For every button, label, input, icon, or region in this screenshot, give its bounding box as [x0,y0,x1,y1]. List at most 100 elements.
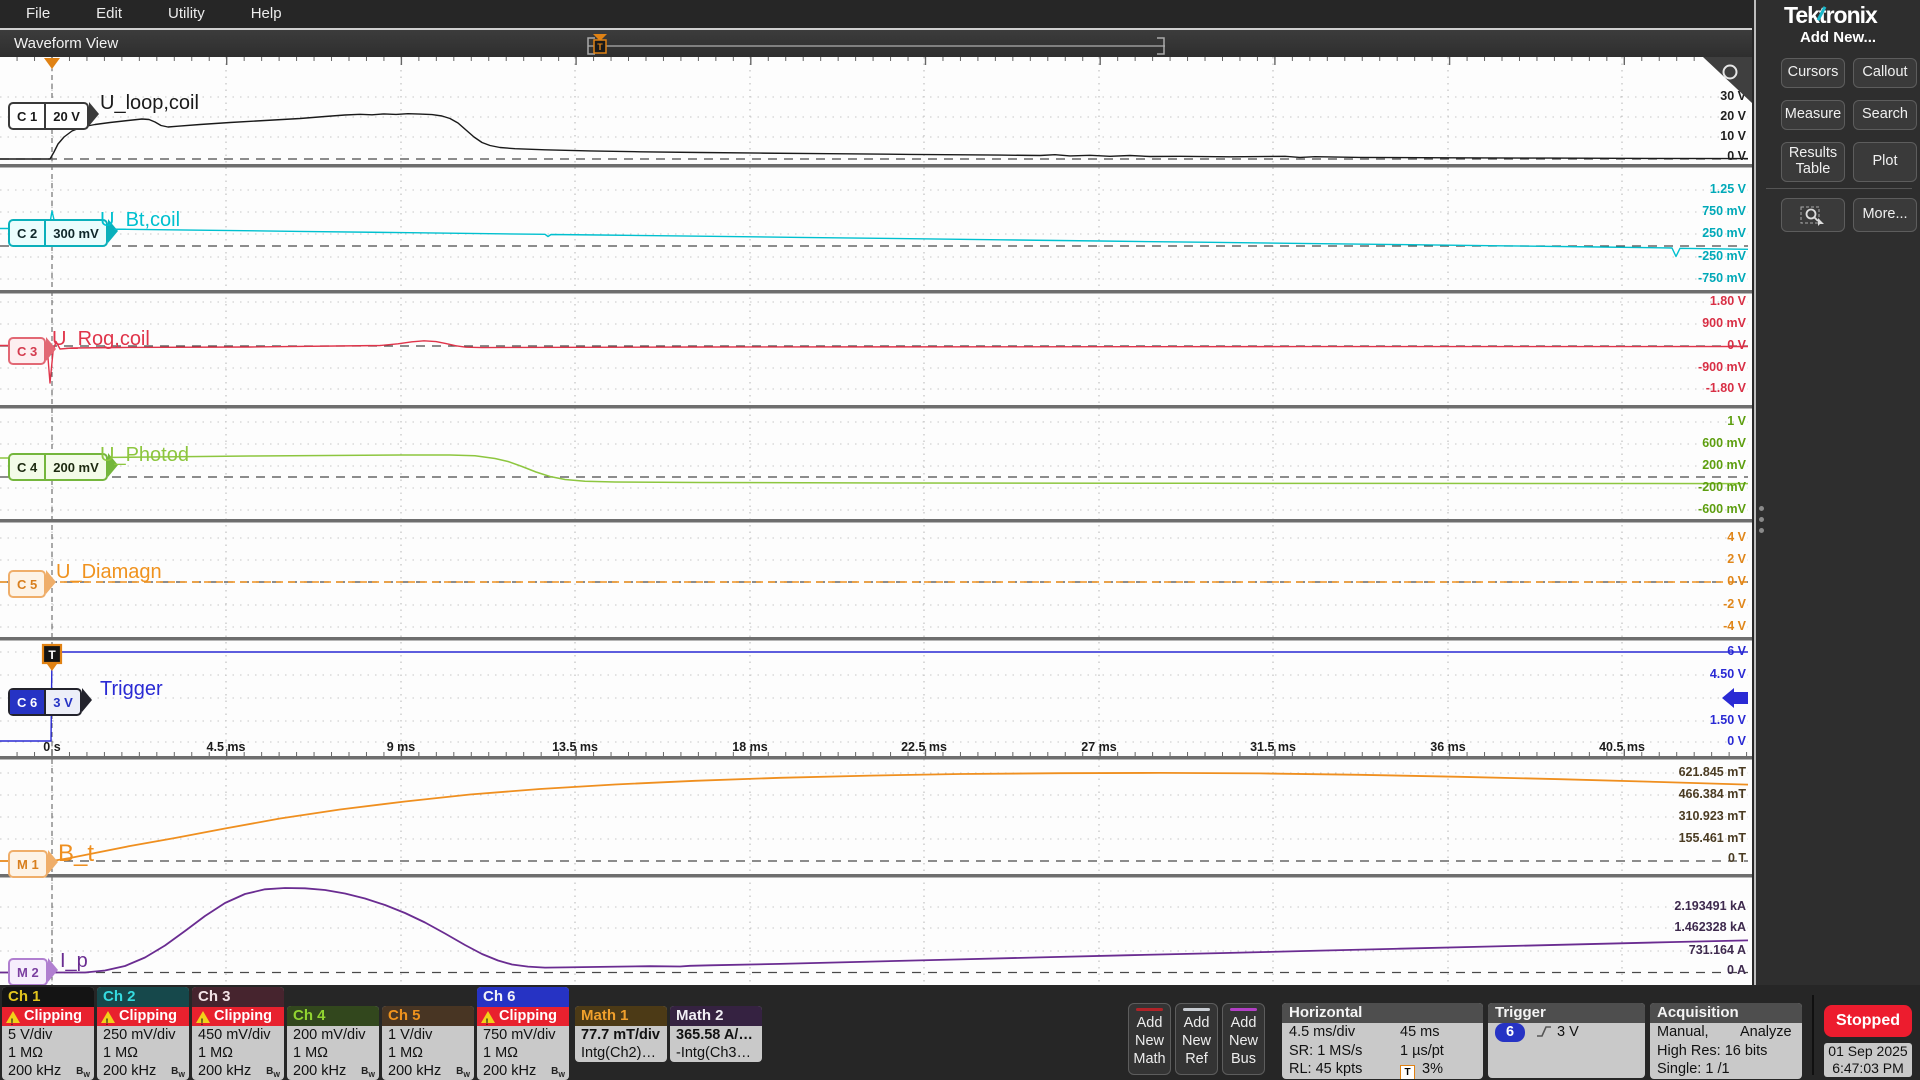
badge-cell: C 6 [10,690,44,714]
acquisition-panel[interactable]: AcquisitionManual,AnalyzeHigh Res: 16 bi… [1650,1003,1802,1079]
scale-label-c4-0: 1 V [1727,414,1746,428]
menu-utility[interactable]: Utility [168,5,205,22]
trace-name-m1[interactable]: B_t [58,840,94,868]
scale-label-m2-1: 1.462328 kA [1674,920,1746,934]
horizontal-panel[interactable]: Horizontal4.5 ms/div45 msSR: 1 MS/s1 µs/… [1282,1003,1483,1079]
menu-edit[interactable]: Edit [96,5,122,22]
time-label-4: 18 ms [705,740,795,754]
trigger-panel[interactable]: Trigger6 3 V [1488,1003,1645,1078]
trace-name-m2[interactable]: I_p [60,950,88,973]
badge-arrow [48,958,58,982]
add-new-bus-button[interactable]: AddNewBus [1222,1003,1265,1075]
sidebar-button-search[interactable]: Search [1853,100,1917,130]
badge-cell: C 5 [10,572,44,596]
run-stop-status[interactable]: Stopped [1824,1005,1912,1037]
time-label-0: 0 s [7,740,97,754]
badge-row: 365.58 A/… [670,1026,762,1044]
trace-name-c1[interactable]: U_loop,coil [100,92,199,115]
math-badge-math1[interactable]: Math 177.7 mT/divIntg(Ch2)… [575,1006,667,1062]
channel-settings-badge-ch3[interactable]: Ch 3Clipping!450 mV/div1 MΩ200 kHzBW [192,987,284,1080]
trace-name-c3[interactable]: U_Rog,coil [52,328,150,351]
sidebar-button-plot[interactable]: Plot [1853,142,1917,182]
badge-cell: C 3 [10,339,44,363]
splitter-grip-dot[interactable] [1759,528,1764,533]
horizontal-resolution: 1 µs/pt [1400,1042,1444,1061]
scale-label-c1-1: 20 V [1720,109,1746,123]
waveform-view-title: Waveform View [14,35,118,52]
trace-m2 [0,888,1748,973]
channel-badge-c3[interactable]: C 3 [8,337,46,365]
scale-label-c4-2: 200 mV [1702,458,1746,472]
splitter-grip-dot[interactable] [1759,517,1764,522]
badge-header: Ch 4 [287,1006,379,1026]
badge-cell: 200 mV [44,455,106,479]
scale-label-c6-2: 3 V [1727,690,1746,704]
channel-badge-c5[interactable]: C 5 [8,570,46,598]
waveform-view-titlebar[interactable]: Waveform View T [0,28,1752,57]
channel-badge-m1[interactable]: M 1 [8,850,48,878]
bandwidth-indicator: BW [171,1063,185,1080]
channel-badge-c4[interactable]: C 4200 mV [8,453,108,481]
menu-help[interactable]: Help [251,5,282,22]
sidebar-button-zoom-select[interactable] [1781,198,1845,232]
badge-header: Ch 6 [477,987,569,1007]
scale-label-c5-0: 4 V [1727,530,1746,544]
scale-label-c3-2: 0 V [1727,338,1746,352]
tektronix-logo: Tektronix [1784,2,1877,29]
acquisition-preview[interactable]: T [580,33,1172,57]
scale-label-c6-1: 4.50 V [1710,667,1746,681]
sidebar-button-callout[interactable]: Callout [1853,58,1917,88]
menu-file[interactable]: File [26,5,50,22]
zoom-select-icon [1800,204,1826,226]
clipping-warning: Clipping! [2,1007,94,1026]
channel-settings-badge-ch1[interactable]: Ch 1Clipping!5 V/div1 MΩ200 kHzBW [2,987,94,1080]
sidebar-divider [1766,188,1912,189]
sidebar-button-more[interactable]: More... [1853,198,1917,232]
button-line: New [1129,1032,1170,1050]
channel-badge-c6[interactable]: C 63 V [8,688,82,716]
time-label-9: 40.5 ms [1577,740,1667,754]
channel-settings-badge-ch5[interactable]: Ch 51 V/div1 MΩ200 kHzBW [382,1006,474,1080]
scale-label-m1-3: 155.461 mT [1679,831,1746,845]
channel-settings-badge-ch4[interactable]: Ch 4200 mV/div1 MΩ200 kHzBW [287,1006,379,1080]
channel-badge-m2[interactable]: M 2 [8,958,48,986]
button-color-stripe [1230,1008,1257,1011]
scale-label-m2-0: 2.193491 kA [1674,899,1746,913]
acquisition-mode: Manual,Analyze [1650,1023,1802,1042]
badge-row: Intg(Ch2)… [575,1044,667,1062]
badge-arrow [82,688,92,712]
trace-name-c6[interactable]: Trigger [100,678,163,701]
sidebar-button-cursors[interactable]: Cursors [1781,58,1845,88]
sidebar-button-results-table[interactable]: Results Table [1781,142,1845,182]
acquisition-count: Single: 1 /1 [1650,1060,1802,1079]
add-new-ref-button[interactable]: AddNewRef [1175,1003,1218,1075]
scale-label-m1-4: 0 T [1728,851,1746,865]
trace-name-c2[interactable]: U_Bt,coil [100,209,180,232]
scale-label-c1-2: 10 V [1720,129,1746,143]
channel-settings-badge-ch2[interactable]: Ch 2Clipping!250 mV/div1 MΩ200 kHzBW [97,987,189,1080]
add-new-math-button[interactable]: AddNewMath [1128,1003,1171,1075]
horizontal-row3: RL: 45 kptsT 3% [1282,1060,1483,1079]
scale-label-c3-1: 900 mV [1702,316,1746,330]
channel-settings-badge-ch6[interactable]: Ch 6Clipping!750 mV/div1 MΩ200 kHzBW [477,987,569,1080]
rising-edge-icon [1535,1024,1553,1038]
badge-row: 1 MΩ [2,1044,94,1062]
horizontal-trigger-pos: T 3% [1400,1060,1443,1079]
math-badge-math2[interactable]: Math 2365.58 A/…-Intg(Ch3… [670,1006,762,1062]
trigger-source-badge: 6 [1495,1023,1525,1042]
trigger-top-marker [44,58,60,69]
scale-label-c4-4: -600 mV [1698,502,1746,516]
scale-label-c2-2: 250 mV [1702,226,1746,240]
time-label-3: 13.5 ms [530,740,620,754]
date-time: 01 Sep 2025 6:47:03 PM [1824,1043,1912,1077]
trace-name-c5[interactable]: U_Diamagn [56,561,162,584]
button-line: Add [1129,1014,1170,1032]
channel-badge-c2[interactable]: C 2300 mV [8,219,108,247]
waveform-plot[interactable]: T30 V20 V10 V0 VC 120 VU_loop,coil1.25 V… [0,57,1752,985]
channel-badge-c1[interactable]: C 120 V [8,102,89,130]
trace-name-c4[interactable]: U_Photod [100,444,189,467]
time-label-5: 22.5 ms [879,740,969,754]
splitter-grip-dot[interactable] [1759,506,1764,511]
sidebar-button-measure[interactable]: Measure [1781,100,1845,130]
time-label-7: 31.5 ms [1228,740,1318,754]
